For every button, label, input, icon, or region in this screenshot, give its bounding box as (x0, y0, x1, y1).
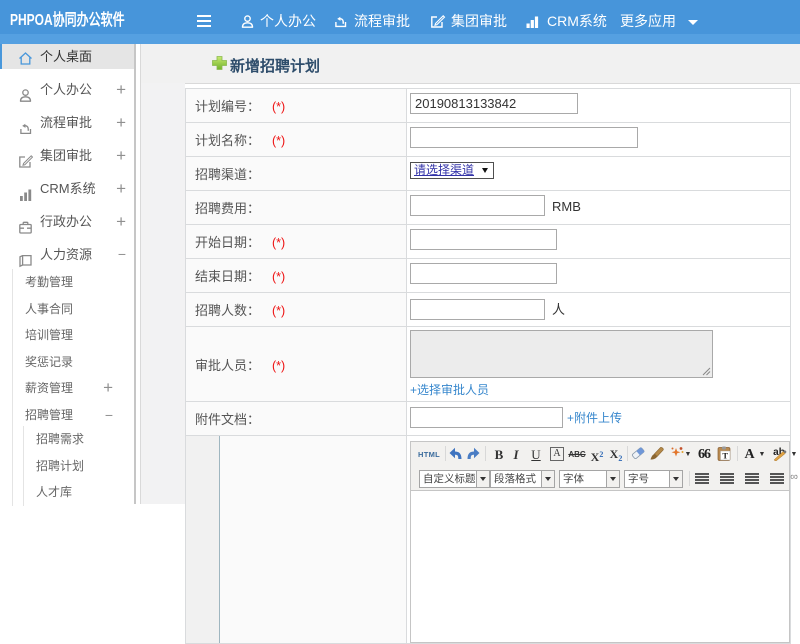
svg-text:T: T (722, 451, 728, 461)
